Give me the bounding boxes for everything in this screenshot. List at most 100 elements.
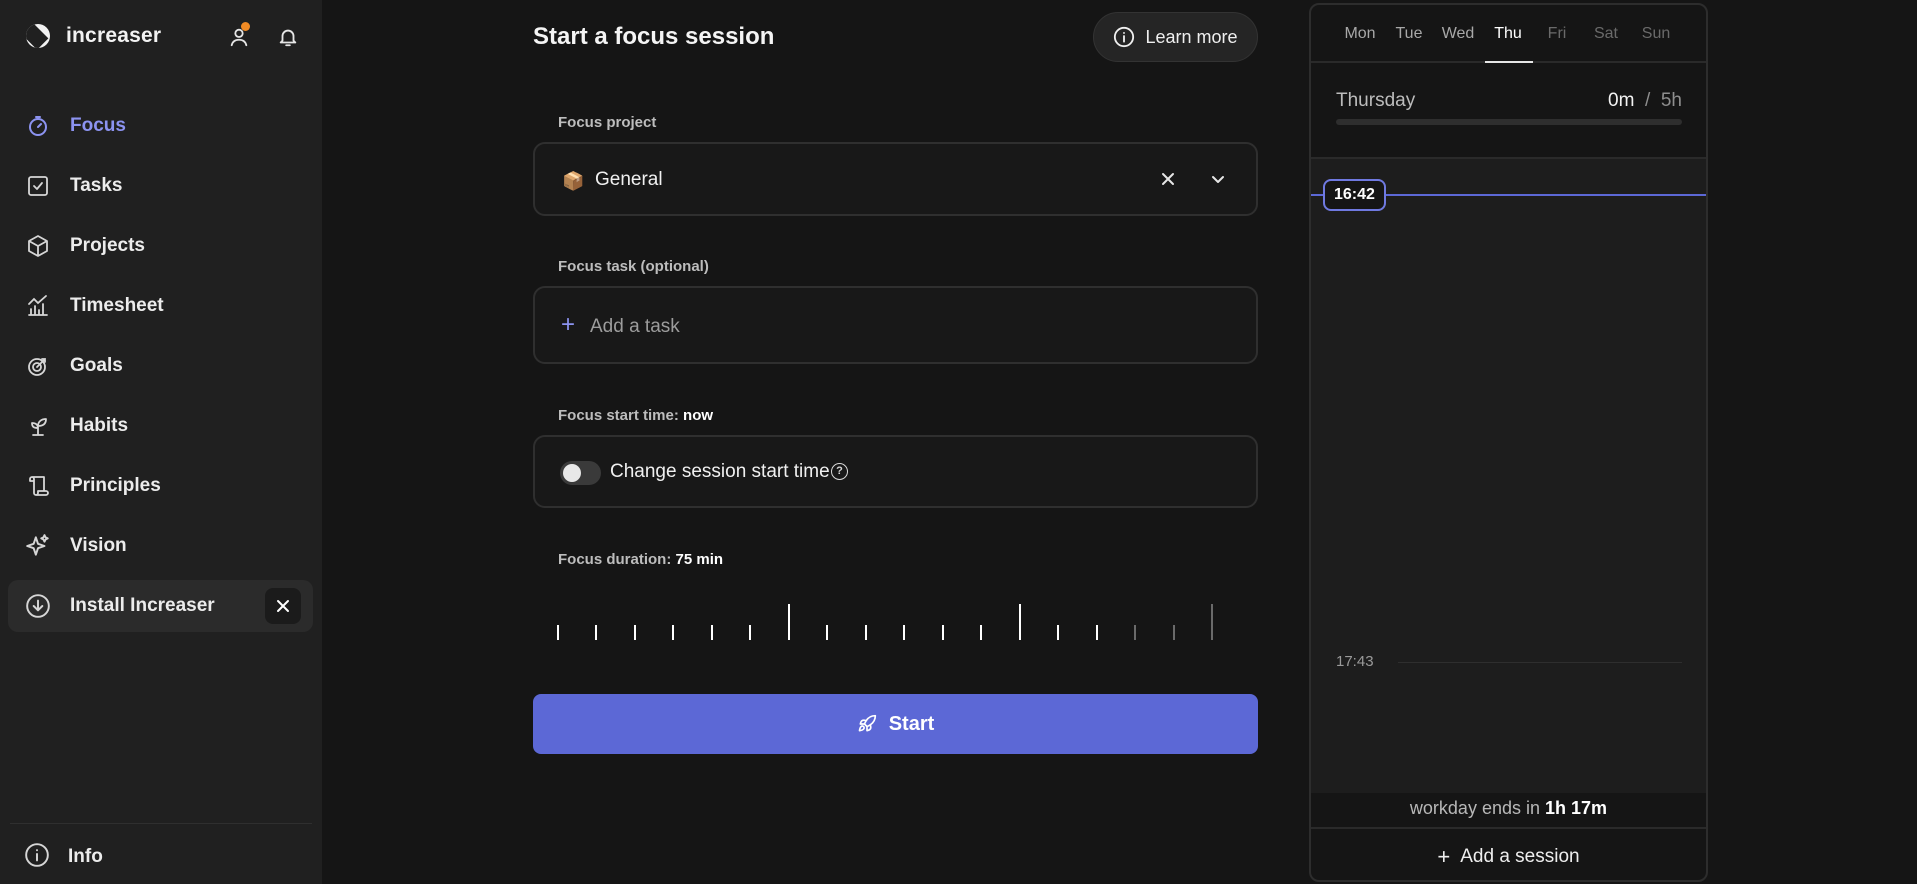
rocket-icon: [858, 714, 876, 732]
add-session-label: Add a session: [1460, 845, 1580, 867]
start-time-value: now: [683, 407, 714, 424]
start-time-label-text: Focus start time:: [558, 407, 679, 424]
help-icon[interactable]: ?: [831, 463, 848, 480]
task-label: Focus task (optional): [558, 258, 709, 275]
project-select[interactable]: 📦 General: [533, 142, 1258, 216]
duration-label-text: Focus duration:: [558, 551, 672, 568]
goals-target-icon: [24, 352, 52, 380]
add-task-placeholder: Add a task: [590, 316, 680, 337]
duration-tick: [903, 625, 905, 640]
project-dropdown-toggle[interactable]: [1205, 166, 1231, 192]
duration-tick: [1019, 604, 1021, 640]
day-progress-bar: [1336, 119, 1682, 125]
day-name: Thursday: [1336, 90, 1416, 111]
plus-icon: +: [561, 311, 576, 338]
start-time-field: Change session start time ?: [533, 435, 1258, 508]
habits-sprout-icon: [24, 412, 52, 440]
duration-tick: [557, 625, 559, 640]
day-timeline[interactable]: 16:42 17:43: [1311, 159, 1706, 793]
tab-tue[interactable]: Tue: [1384, 25, 1434, 43]
duration-tick: [634, 625, 636, 640]
hour-label: 17:43: [1336, 653, 1374, 670]
tab-wed[interactable]: Wed: [1433, 25, 1483, 43]
tab-sat[interactable]: Sat: [1581, 25, 1631, 43]
dismiss-install-button[interactable]: [265, 588, 301, 624]
install-download-icon: [24, 592, 52, 620]
chevron-down-icon: [1212, 176, 1224, 183]
nav-item-tasks[interactable]: Tasks: [8, 160, 313, 212]
nav-label: Timesheet: [70, 295, 164, 316]
logo-icon: [26, 24, 50, 48]
info-icon: [24, 842, 50, 873]
nav-label: Habits: [70, 415, 129, 436]
duration-tick: [826, 625, 828, 640]
notification-dot: [241, 22, 250, 31]
nav-label: Projects: [70, 235, 145, 256]
start-label: Start: [888, 712, 935, 735]
start-time-toggle-label: Change session start time: [610, 461, 830, 482]
start-time-toggle[interactable]: [560, 461, 601, 485]
duration-tick: [1096, 625, 1098, 640]
nav-label: Info: [68, 846, 103, 867]
page-title: Start a focus session: [533, 23, 775, 50]
nav-item-principles[interactable]: Principles: [8, 460, 313, 512]
focus-timer-icon: [24, 112, 52, 140]
main-nav: Focus Tasks Projects Timesheet Goals Hab…: [8, 100, 313, 640]
tab-mon[interactable]: Mon: [1335, 25, 1385, 43]
worked-time: 0m: [1608, 90, 1635, 111]
duration-tick: [788, 604, 790, 640]
add-session-button[interactable]: + Add a session: [1311, 827, 1706, 880]
timesheet-chart-icon: [24, 292, 52, 320]
nav-label: Focus: [70, 115, 126, 136]
workday-status: workday ends in 1h 17m: [1311, 791, 1706, 825]
tab-thu[interactable]: Thu: [1483, 25, 1533, 43]
bell-icon: [279, 29, 297, 47]
tasks-checkbox-icon: [24, 172, 52, 200]
duration-tick: [980, 625, 982, 640]
nav-item-projects[interactable]: Projects: [8, 220, 313, 272]
clear-project-button[interactable]: [1155, 166, 1181, 192]
brand[interactable]: increaser: [26, 24, 161, 48]
info-icon: [1114, 26, 1135, 48]
package-icon: 📦: [562, 171, 585, 191]
duration-tick: [1134, 625, 1136, 640]
duration-value: 75 min: [675, 551, 724, 568]
duration-label: Focus duration: 75 min: [558, 551, 723, 568]
nav-item-info[interactable]: Info: [8, 831, 313, 883]
nav-item-timesheet[interactable]: Timesheet: [8, 280, 313, 332]
projects-cube-icon: [24, 232, 52, 260]
principles-scroll-icon: [24, 472, 52, 500]
project-label: Focus project: [558, 114, 657, 131]
nav-item-habits[interactable]: Habits: [8, 400, 313, 452]
nav-item-focus[interactable]: Focus: [8, 100, 313, 152]
duration-slider[interactable]: [557, 600, 1235, 640]
day-total: 0m / 5h: [1608, 90, 1682, 112]
nav-item-goals[interactable]: Goals: [8, 340, 313, 392]
duration-tick: [1173, 625, 1175, 640]
profile-button[interactable]: [224, 22, 254, 52]
duration-tick: [711, 625, 713, 640]
duration-tick: [865, 625, 867, 640]
duration-tick: [749, 625, 751, 640]
add-task-field[interactable]: + Add a task: [533, 286, 1258, 364]
day-schedule-panel: Mon Tue Wed Thu Fri Sat Sun Thursday 0m …: [1309, 3, 1708, 882]
close-icon: [277, 600, 289, 612]
notifications-button[interactable]: [273, 22, 303, 52]
tab-fri[interactable]: Fri: [1532, 25, 1582, 43]
goal-time: 5h: [1660, 90, 1682, 111]
app-name: increaser: [66, 24, 162, 47]
nav-item-vision[interactable]: Vision: [8, 520, 313, 572]
start-time-label: Focus start time: now: [558, 407, 713, 424]
duration-tick: [1211, 604, 1213, 640]
nav-label: Goals: [70, 355, 123, 376]
learn-more-button[interactable]: Learn more: [1093, 12, 1258, 62]
nav-label: Vision: [70, 535, 127, 556]
project-value: General: [595, 169, 663, 190]
time-separator: /: [1645, 90, 1651, 111]
tab-sun[interactable]: Sun: [1631, 25, 1681, 43]
duration-tick: [595, 625, 597, 640]
nav-item-install[interactable]: Install Increaser: [8, 580, 313, 632]
nav-label: Tasks: [70, 175, 123, 196]
start-button[interactable]: Start: [533, 694, 1258, 754]
sidebar-divider: [10, 823, 312, 824]
